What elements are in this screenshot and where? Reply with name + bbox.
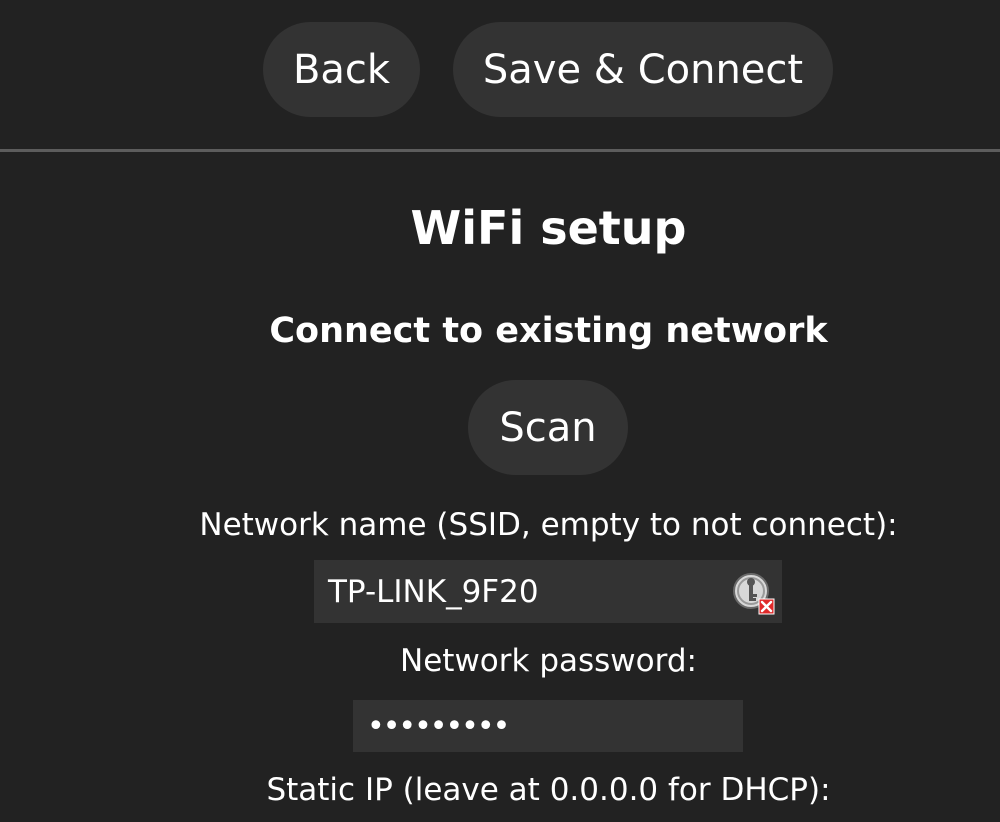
back-button[interactable]: Back <box>263 22 420 117</box>
ssid-input[interactable]: TP-LINK_9F20 <box>314 560 782 623</box>
static-ip-label: Static IP (leave at 0.0.0.0 for DHCP): <box>266 772 831 808</box>
password-label: Network password: <box>400 643 697 679</box>
save-connect-button[interactable]: Save & Connect <box>453 22 833 117</box>
password-value: ••••••••• <box>367 708 510 744</box>
top-toolbar: Back Save & Connect <box>0 0 1000 150</box>
toolbar-divider <box>0 149 1000 152</box>
page-title: WiFi setup <box>410 201 687 255</box>
ssid-value: TP-LINK_9F20 <box>328 573 539 610</box>
section-title: Connect to existing network <box>269 311 828 351</box>
wifi-setup-page: Back Save & Connect WiFi setup Connect t… <box>0 0 1000 822</box>
scan-button[interactable]: Scan <box>468 380 628 475</box>
password-input[interactable]: ••••••••• <box>353 700 743 752</box>
key-icon[interactable] <box>730 570 776 616</box>
ssid-label: Network name (SSID, empty to not connect… <box>199 507 898 543</box>
